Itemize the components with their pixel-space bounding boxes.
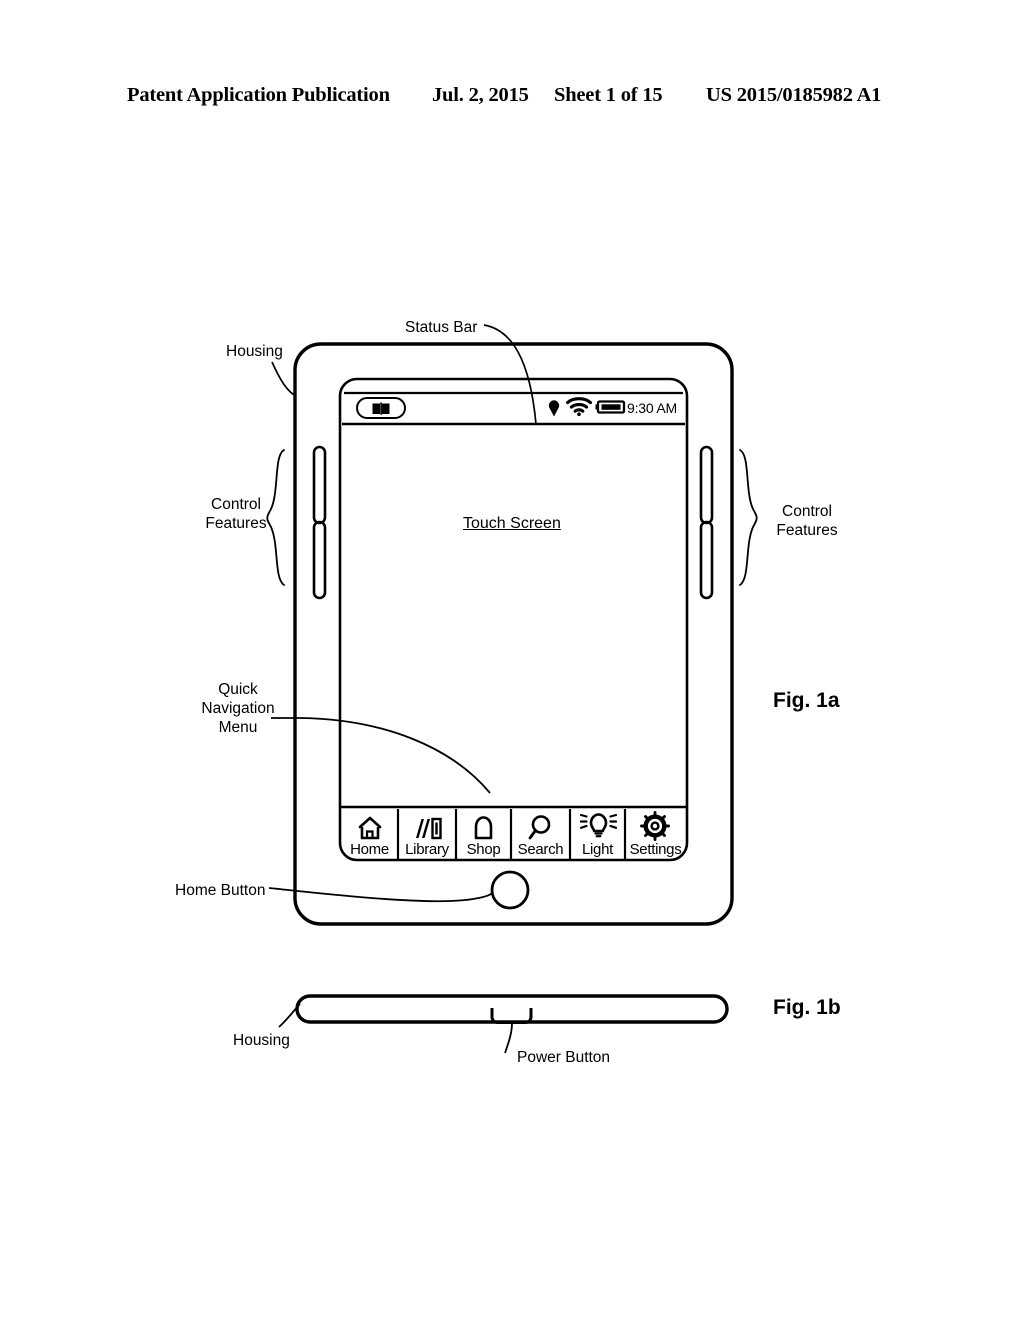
patent-figure-drawing xyxy=(266,324,758,1054)
annotation-status-bar: Status Bar xyxy=(405,319,478,336)
gear-icon[interactable] xyxy=(640,811,670,841)
home-button-circle[interactable] xyxy=(490,870,530,910)
leader-line-status-bar xyxy=(483,324,537,425)
figure-label-1b: Fig. 1b xyxy=(773,996,841,1019)
leader-line-housing-a xyxy=(271,361,297,397)
quick-nav-label-home[interactable]: Home xyxy=(341,841,398,858)
open-book-icon xyxy=(372,402,390,415)
annotation-quick-navigation-menu: Quick Navigation Menu xyxy=(201,681,275,736)
control-feature-right-button-1[interactable] xyxy=(699,445,714,525)
control-feature-left-button-1[interactable] xyxy=(312,445,327,525)
quick-nav-label-library[interactable]: Library xyxy=(398,841,456,858)
annotation-control-features-right: Control Features xyxy=(776,503,838,539)
quick-nav-label-light[interactable]: Light xyxy=(570,841,625,858)
quick-nav-label-search[interactable]: Search xyxy=(511,841,570,858)
brace-control-features-right xyxy=(739,449,758,586)
touch-screen-outline xyxy=(338,377,689,862)
books-icon[interactable] xyxy=(416,817,442,840)
house-icon[interactable] xyxy=(358,816,382,840)
control-feature-right-button-2[interactable] xyxy=(699,520,714,600)
battery-icon xyxy=(595,400,626,414)
reading-light-icon xyxy=(548,400,560,417)
leader-line-quick-nav xyxy=(271,717,491,794)
wifi-icon xyxy=(565,397,593,413)
annotation-control-features-left: Control Features xyxy=(205,496,267,532)
annotation-home-button: Home Button xyxy=(175,882,266,899)
housing-outline-front xyxy=(293,342,734,926)
touch-screen-caption: Touch Screen xyxy=(463,515,561,532)
annotation-housing-front: Housing xyxy=(226,343,283,360)
wifi-icon-dot xyxy=(577,412,581,417)
housing-outline-side xyxy=(295,994,729,1024)
leader-line-power-button xyxy=(504,1022,513,1054)
quick-nav-label-settings[interactable]: Settings xyxy=(625,841,686,858)
shopping-bag-icon[interactable] xyxy=(474,816,493,840)
figure-label-1a: Fig. 1a xyxy=(773,689,840,712)
annotation-power-button: Power Button xyxy=(517,1049,611,1066)
status-bar-time: 9:30 AM xyxy=(627,400,677,416)
magnifier-icon[interactable] xyxy=(528,815,551,840)
control-feature-left-button-2[interactable] xyxy=(312,520,327,600)
leader-line-home-button xyxy=(268,887,494,903)
lightbulb-icon[interactable] xyxy=(579,813,618,838)
quick-nav-label-shop[interactable]: Shop xyxy=(456,841,511,858)
annotation-housing-side: Housing xyxy=(233,1032,290,1049)
